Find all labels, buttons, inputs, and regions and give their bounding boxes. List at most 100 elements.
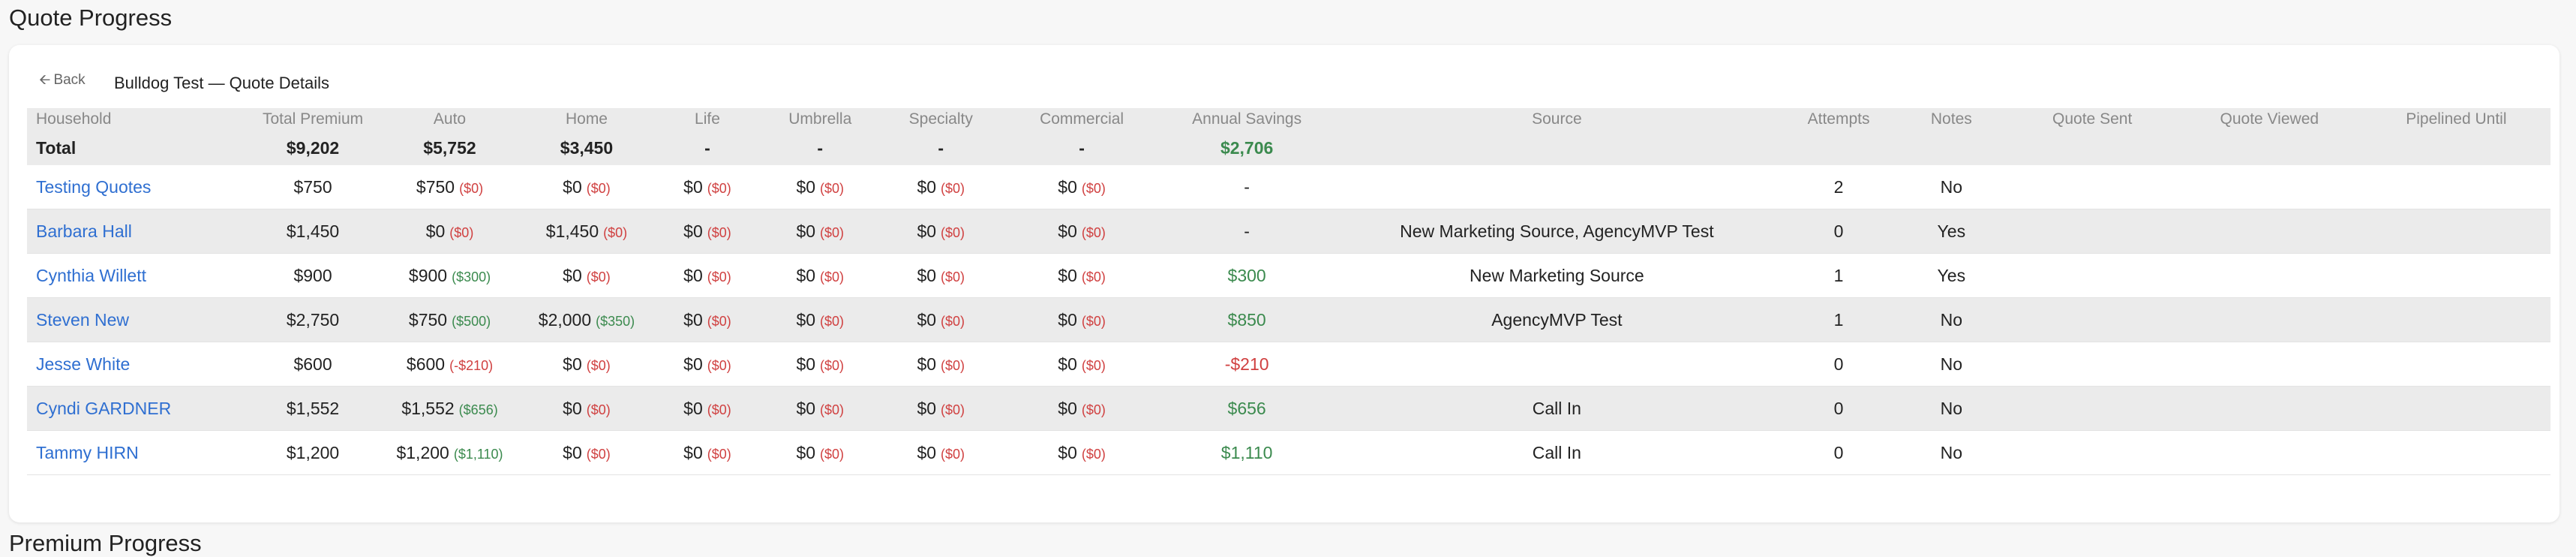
auto-cell: $900 ($300) xyxy=(381,253,518,298)
header-notes[interactable]: Notes xyxy=(1895,108,2008,131)
umbrella-delta: ($0) xyxy=(820,402,845,417)
header-specialty[interactable]: Specialty xyxy=(880,108,1001,131)
table-body: Testing Quotes $750 $750 ($0) $0 ($0) $0 ($0) $0… xyxy=(27,165,2550,475)
next-section-title: Premium Progress xyxy=(9,530,202,556)
annual-savings-cell: $1,110 xyxy=(1162,430,1332,475)
home-cell: $0 ($0) xyxy=(518,430,656,475)
quote-viewed-cell xyxy=(2176,430,2362,475)
header-household[interactable]: Household xyxy=(27,108,245,131)
home-delta: ($0) xyxy=(603,224,628,240)
household-link[interactable]: Cynthia Willett xyxy=(36,266,146,285)
header-annual-savings[interactable]: Annual Savings xyxy=(1162,108,1332,131)
household-cell: Testing Quotes xyxy=(27,165,245,209)
commercial-value: $0 xyxy=(1058,309,1077,330)
auto-value: $750 xyxy=(408,309,448,330)
specialty-cell: $0 ($0) xyxy=(880,297,1001,342)
total-label: Total xyxy=(27,131,245,165)
table-row: Cyndi GARDNER $1,552 $1,552 ($656) $0 ($0) $0(… xyxy=(27,386,2550,431)
specialty-value: $0 xyxy=(917,221,937,241)
header-quote-viewed[interactable]: Quote Viewed xyxy=(2176,108,2362,131)
life-cell: $0 ($0) xyxy=(655,297,760,342)
specialty-delta: ($0) xyxy=(941,269,965,285)
header-home[interactable]: Home xyxy=(518,108,656,131)
commercial-delta: ($0) xyxy=(1081,313,1106,329)
umbrella-delta: ($0) xyxy=(820,446,845,462)
header-commercial[interactable]: Commercial xyxy=(1001,108,1163,131)
home-value: $2,000 xyxy=(538,309,592,330)
household-link[interactable]: Barbara Hall xyxy=(36,221,132,241)
pipelined-until-cell xyxy=(2361,209,2550,254)
commercial-value: $0 xyxy=(1058,442,1077,462)
header-quote-sent[interactable]: Quote Sent xyxy=(2007,108,2177,131)
total-premium-cell: $900 xyxy=(244,253,382,298)
pipelined-until-cell xyxy=(2361,430,2550,475)
attempts-cell: 0 xyxy=(1782,342,1896,387)
umbrella-delta: ($0) xyxy=(820,269,845,285)
umbrella-value: $0 xyxy=(796,265,816,285)
header-auto[interactable]: Auto xyxy=(381,108,518,131)
total-premium-value: $9,202 xyxy=(244,131,382,165)
life-delta: ($0) xyxy=(707,313,731,329)
source-cell: Call In xyxy=(1331,386,1782,431)
commercial-delta: ($0) xyxy=(1081,269,1106,285)
header-pipelined-until[interactable]: Pipelined Until xyxy=(2361,108,2550,131)
umbrella-cell: $0 ($0) xyxy=(759,209,881,254)
commercial-cell: $0 ($0) xyxy=(1001,430,1163,475)
notes-cell: No xyxy=(1895,297,2008,342)
umbrella-delta: ($0) xyxy=(820,180,845,196)
back-label: Back xyxy=(53,72,86,88)
auto-value: $1,552 xyxy=(401,398,455,418)
umbrella-value: $0 xyxy=(796,442,816,462)
header-total-premium[interactable]: Total Premium xyxy=(244,108,382,131)
auto-cell: $1,552 ($656) xyxy=(381,386,518,431)
auto-delta: ($300) xyxy=(452,269,491,285)
auto-cell: $0 ($0) xyxy=(381,209,518,254)
life-cell: $0 ($0) xyxy=(655,165,760,209)
back-button[interactable]: 🡨 Back xyxy=(39,69,86,93)
auto-cell: $600 (-$210) xyxy=(381,342,518,387)
commercial-delta: ($0) xyxy=(1081,357,1106,373)
household-link[interactable]: Steven New xyxy=(36,310,129,330)
total-umbrella-value: - xyxy=(759,131,881,165)
header-umbrella[interactable]: Umbrella xyxy=(759,108,881,131)
header-attempts[interactable]: Attempts xyxy=(1782,108,1896,131)
commercial-value: $0 xyxy=(1058,176,1077,197)
life-delta: ($0) xyxy=(707,446,731,462)
life-cell: $0 ($0) xyxy=(655,430,760,475)
commercial-delta: ($0) xyxy=(1081,446,1106,462)
header-life[interactable]: Life xyxy=(655,108,760,131)
household-link[interactable]: Jesse White xyxy=(36,354,130,374)
auto-delta: ($0) xyxy=(459,180,484,196)
attempts-cell: 0 xyxy=(1782,209,1896,254)
auto-value: $0 xyxy=(425,221,446,241)
household-link[interactable]: Tammy HIRN xyxy=(36,443,139,462)
total-row: Total $9,202 $5,752 $3,450 - - - - $2,70… xyxy=(27,131,2550,165)
commercial-value: $0 xyxy=(1058,398,1077,418)
commercial-cell: $0 ($0) xyxy=(1001,209,1163,254)
home-cell: $1,450 ($0) xyxy=(518,209,656,254)
pipelined-until-cell xyxy=(2361,165,2550,209)
life-value: $0 xyxy=(683,354,703,374)
umbrella-cell: $0 ($0) xyxy=(759,165,881,209)
umbrella-value: $0 xyxy=(796,221,816,241)
total-life-value: - xyxy=(655,131,760,165)
life-cell: $0 ($0) xyxy=(655,253,760,298)
attempts-cell: 0 xyxy=(1782,430,1896,475)
home-value: $0 xyxy=(563,176,582,197)
auto-delta: (-$210) xyxy=(449,357,494,373)
umbrella-delta: ($0) xyxy=(820,313,845,329)
household-link[interactable]: Testing Quotes xyxy=(36,177,151,197)
header-source[interactable]: Source xyxy=(1331,108,1782,131)
household-cell: Cyndi GARDNER xyxy=(27,386,245,431)
pipelined-until-cell xyxy=(2361,297,2550,342)
specialty-delta: ($0) xyxy=(941,180,965,196)
source-cell: AgencyMVP Test xyxy=(1331,297,1782,342)
page-title: Quote Progress xyxy=(9,5,173,31)
household-link[interactable]: Cyndi GARDNER xyxy=(36,399,171,418)
home-delta: ($0) xyxy=(586,269,611,285)
annual-savings-cell: -$210 xyxy=(1162,342,1332,387)
auto-value: $750 xyxy=(416,176,455,197)
home-delta: ($0) xyxy=(586,357,611,373)
pipelined-until-cell xyxy=(2361,253,2550,298)
auto-delta: ($0) xyxy=(449,224,474,240)
